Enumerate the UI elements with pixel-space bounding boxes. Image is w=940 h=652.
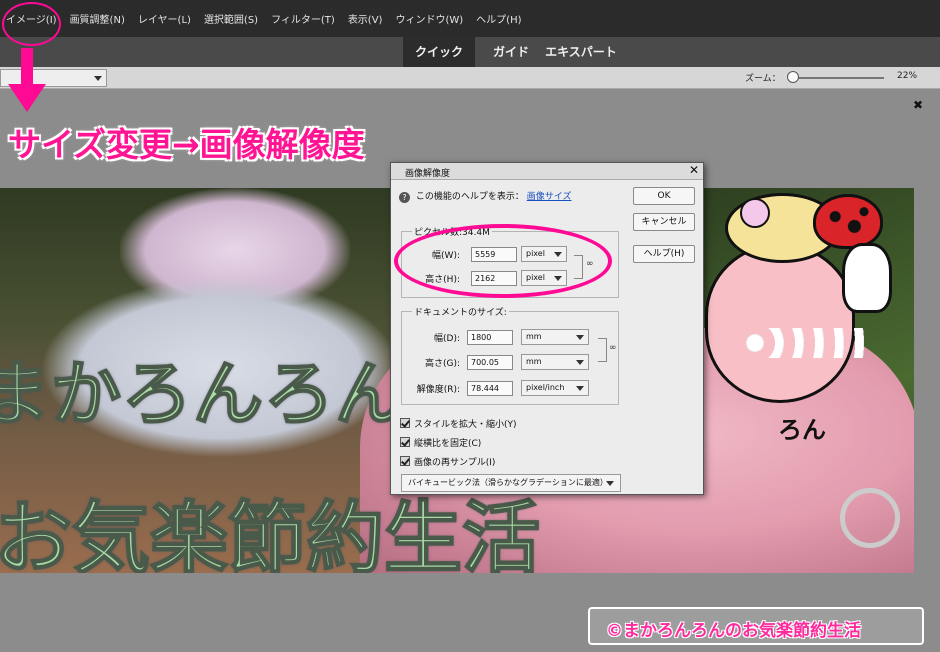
image-size-dialog: 画像解像度 ✕ ? この機能のヘルプを表示： 画像サイズ OK キャンセル ヘル… [390, 162, 704, 495]
canvas-purse-clasp [840, 488, 900, 548]
menu-filter[interactable]: フィルター(T) [271, 11, 335, 26]
doc-height-input[interactable]: 700.05 [467, 355, 513, 370]
canvas-hand [842, 243, 892, 313]
mode-bar: クイック ガイド エキスパート [0, 37, 940, 67]
resolution-label: 解像度(R): [416, 385, 460, 395]
resample-method-value: バイキュービック法（滑らかなグラデーションに最適） [408, 478, 608, 487]
menu-help[interactable]: ヘルプ(H) [476, 11, 521, 26]
resolution-unit: pixel/inch [526, 383, 565, 392]
menu-enhance[interactable]: 画質調整(N) [70, 11, 125, 26]
help-text: この機能のヘルプを表示： [415, 192, 524, 202]
canvas-character-body [705, 243, 855, 403]
canvas-lace [745, 328, 865, 358]
menu-view[interactable]: 表示(V) [348, 11, 383, 26]
chevron-down-icon [576, 360, 584, 365]
annotation-arrow-down-icon [8, 48, 46, 112]
options-bar: ズーム： 22% [0, 67, 940, 89]
canvas-character-text: ろん [778, 416, 826, 444]
canvas-ladybug [813, 194, 883, 249]
canvas-flower [740, 198, 770, 228]
help-link[interactable]: 画像サイズ [527, 192, 572, 202]
chevron-down-icon [606, 481, 614, 486]
app-window: イメージ(I) 画質調整(N) レイヤー(L) 選択範囲(S) フィルター(T)… [0, 0, 940, 652]
help-row: ? この機能のヘルプを表示： 画像サイズ [399, 189, 572, 203]
doc-width-label: 幅(D): [434, 334, 460, 344]
help-question-icon: ? [399, 192, 410, 203]
annotation-caption: サイズ変更→画像解像度 [8, 125, 365, 164]
menu-bar: イメージ(I) 画質調整(N) レイヤー(L) 選択範囲(S) フィルター(T)… [0, 0, 940, 37]
close-document-icon[interactable]: ✖ [913, 98, 923, 112]
zoom-value: 22% [897, 71, 918, 81]
doc-height-unit: mm [526, 357, 542, 366]
chevron-down-icon [576, 386, 584, 391]
resolution-input[interactable]: 78.444 [467, 381, 513, 396]
annotation-circle-pixel-dimensions [394, 224, 612, 298]
document-size-label: ドキュメントのサイズ: [412, 305, 509, 318]
resample-label: 画像の再サンプル(I) [414, 458, 496, 468]
chevron-down-icon [94, 76, 102, 81]
cancel-button[interactable]: キャンセル [633, 213, 695, 231]
dialog-close-icon[interactable]: ✕ [689, 163, 699, 177]
dialog-titlebar[interactable]: 画像解像度 ✕ [391, 163, 703, 180]
doc-width-unit-select[interactable]: mm [521, 329, 589, 345]
menu-select[interactable]: 選択範囲(S) [204, 11, 258, 26]
resolution-unit-select[interactable]: pixel/inch [521, 380, 589, 396]
scale-styles-checkbox[interactable] [400, 418, 410, 428]
document-size-group: ドキュメントのサイズ: 幅(D): 1800 mm 高さ(G): 700.05 … [401, 305, 619, 405]
tab-expert[interactable]: エキスパート [544, 37, 618, 67]
doc-link-bracket [598, 338, 607, 362]
doc-width-unit: mm [526, 332, 542, 341]
annotation-circle-menu [2, 2, 61, 46]
resample-checkbox[interactable] [400, 456, 410, 466]
constrain-proportions-checkbox[interactable] [400, 437, 410, 447]
watermark-box: ©まかろんろんのお気楽節約生活 [588, 607, 924, 645]
doc-width-input[interactable]: 1800 [467, 330, 513, 345]
zoom-label: ズーム： [745, 74, 781, 84]
tab-quick[interactable]: クイック [403, 37, 475, 67]
resample-row[interactable]: 画像の再サンプル(I) [400, 455, 495, 468]
scale-styles-label: スタイルを拡大・縮小(Y) [414, 420, 517, 430]
doc-height-label: 高さ(G): [424, 359, 460, 369]
menu-window[interactable]: ウィンドウ(W) [395, 11, 463, 26]
chain-link-icon: ∞ [609, 343, 617, 353]
constrain-proportions-row[interactable]: 縦横比を固定(C) [400, 436, 481, 449]
resample-method-select[interactable]: バイキュービック法（滑らかなグラデーションに最適） [401, 474, 621, 492]
zoom-slider-track[interactable] [788, 77, 884, 79]
tab-guided[interactable]: ガイド [486, 37, 536, 67]
constrain-proportions-label: 縦横比を固定(C) [414, 439, 482, 449]
menu-layer[interactable]: レイヤー(L) [138, 11, 191, 26]
chevron-down-icon [576, 335, 584, 340]
ok-button[interactable]: OK [633, 187, 695, 205]
watermark-text: ©まかろんろんのお気楽節約生活 [606, 621, 861, 641]
dialog-title: 画像解像度 [405, 169, 451, 179]
help-button[interactable]: ヘルプ(H) [633, 245, 695, 263]
doc-height-unit-select[interactable]: mm [521, 354, 589, 370]
scale-styles-row[interactable]: スタイルを拡大・縮小(Y) [400, 417, 517, 430]
zoom-slider-thumb[interactable] [786, 71, 799, 83]
canvas-title-line1: まかろんろん [0, 352, 406, 436]
